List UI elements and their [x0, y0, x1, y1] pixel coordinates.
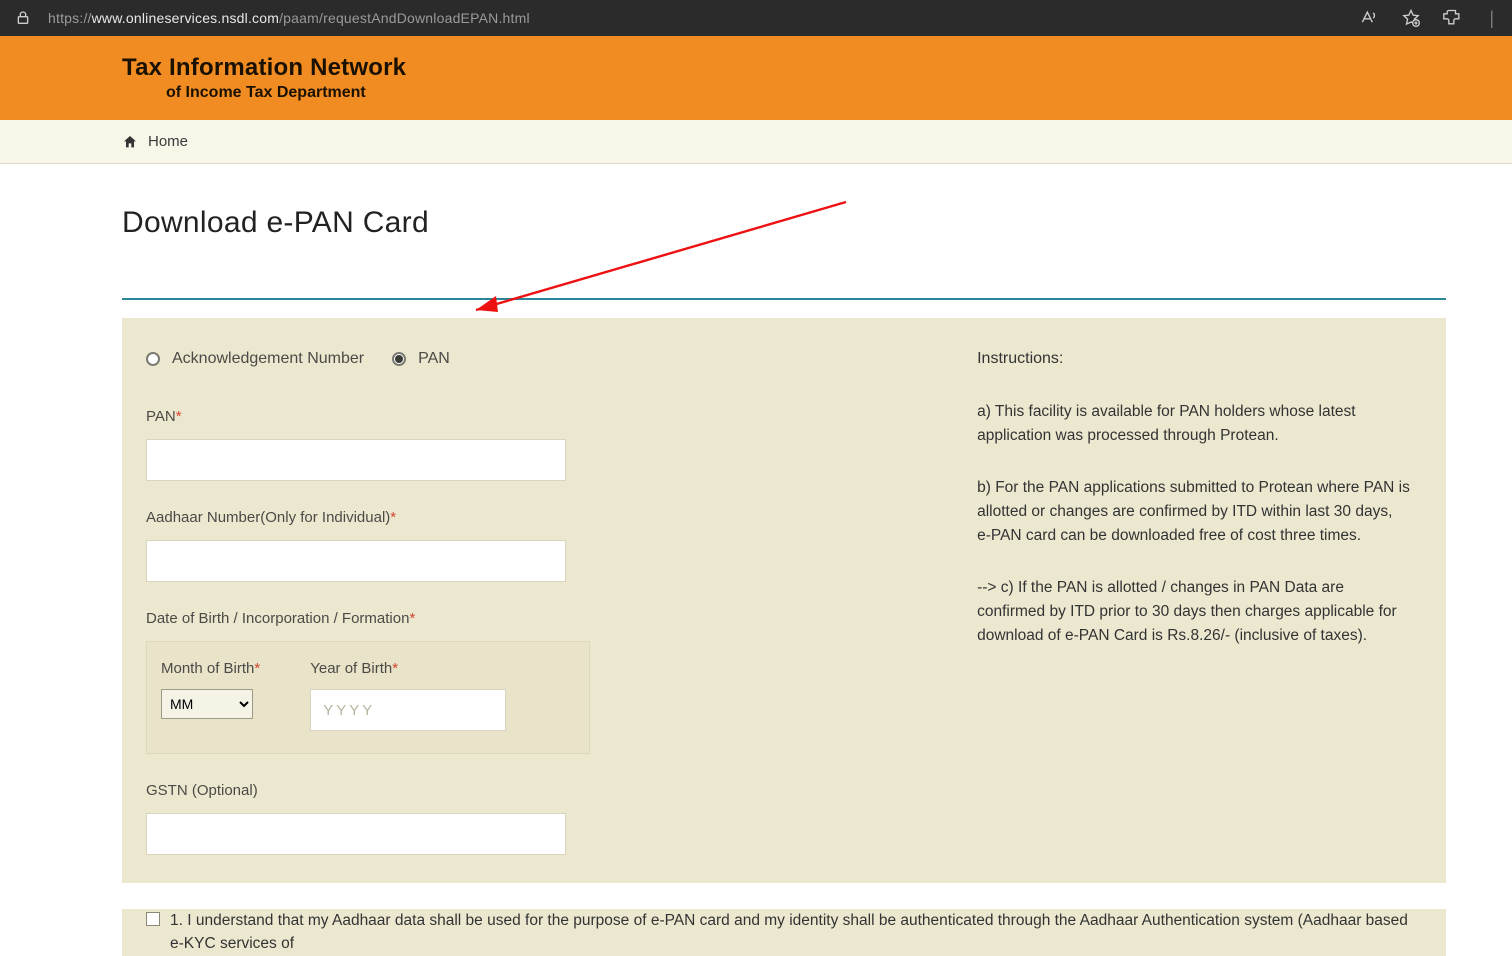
- year-label: Year of Birth*: [310, 660, 506, 677]
- consent-row: 1. I understand that my Aadhaar data sha…: [146, 909, 1422, 956]
- dob-container: Month of Birth* MM Year of Birth*: [146, 641, 590, 754]
- pan-field: PAN*: [146, 408, 937, 481]
- breadcrumb-home[interactable]: Home: [148, 133, 188, 150]
- gstn-input[interactable]: [146, 813, 566, 855]
- site-header: Tax Information Network of Income Tax De…: [0, 36, 1512, 120]
- radio-ack-label: Acknowledgement Number: [172, 350, 364, 368]
- browser-address-bar: https://www.onlineservices.nsdl.com/paam…: [0, 0, 1512, 36]
- pan-label: PAN*: [146, 408, 937, 425]
- dob-field: Date of Birth / Incorporation / Formatio…: [146, 610, 937, 754]
- site-title-main: Tax Information Network: [122, 54, 1446, 82]
- instructions-title: Instructions:: [977, 350, 1410, 368]
- instructions-column: Instructions: a) This facility is availa…: [977, 350, 1422, 883]
- dob-label: Date of Birth / Incorporation / Formatio…: [146, 610, 937, 627]
- consent-text: 1. I understand that my Aadhaar data sha…: [170, 909, 1422, 956]
- aadhaar-field: Aadhaar Number(Only for Individual)*: [146, 509, 937, 582]
- radio-icon: [392, 352, 406, 366]
- radio-pan-label: PAN: [418, 350, 450, 368]
- radio-icon: [146, 352, 160, 366]
- radio-pan[interactable]: PAN: [392, 350, 450, 368]
- pan-input[interactable]: [146, 439, 566, 481]
- browser-toolbar-icons: |: [1359, 8, 1498, 29]
- form-column: Acknowledgement Number PAN PAN* Aadhaar …: [146, 350, 937, 883]
- favorite-star-icon[interactable]: [1401, 8, 1421, 28]
- site-lock-icon: [14, 9, 32, 27]
- annotation-arrow: [416, 194, 856, 324]
- url-host: www.onlineservices.nsdl.com: [92, 10, 279, 26]
- gstn-field: GSTN (Optional): [146, 782, 937, 855]
- consent-checkbox[interactable]: [146, 912, 160, 926]
- extensions-icon[interactable]: [1443, 8, 1463, 28]
- home-icon[interactable]: [122, 134, 138, 150]
- year-input[interactable]: [310, 689, 506, 731]
- search-type-radio-group: Acknowledgement Number PAN: [146, 350, 937, 368]
- aadhaar-input[interactable]: [146, 540, 566, 582]
- form-panel: Acknowledgement Number PAN PAN* Aadhaar …: [122, 318, 1446, 883]
- month-select[interactable]: MM: [161, 689, 253, 719]
- url-scheme: https://: [48, 10, 92, 26]
- gstn-label: GSTN (Optional): [146, 782, 937, 799]
- toolbar-divider: |: [1485, 8, 1498, 29]
- site-title-sub: of Income Tax Department: [122, 84, 1446, 102]
- url-path: /paam/requestAndDownloadEPAN.html: [279, 10, 530, 26]
- aadhaar-label: Aadhaar Number(Only for Individual)*: [146, 509, 937, 526]
- instruction-b: b) For the PAN applications submitted to…: [977, 476, 1410, 548]
- instruction-a: a) This facility is available for PAN ho…: [977, 400, 1410, 448]
- instruction-c: --> c) If the PAN is allotted / changes …: [977, 576, 1410, 648]
- read-aloud-icon[interactable]: [1359, 8, 1379, 28]
- breadcrumb-bar: Home: [0, 120, 1512, 164]
- url-display[interactable]: https://www.onlineservices.nsdl.com/paam…: [48, 10, 1343, 26]
- month-label: Month of Birth*: [161, 660, 260, 677]
- radio-acknowledgement[interactable]: Acknowledgement Number: [146, 350, 364, 368]
